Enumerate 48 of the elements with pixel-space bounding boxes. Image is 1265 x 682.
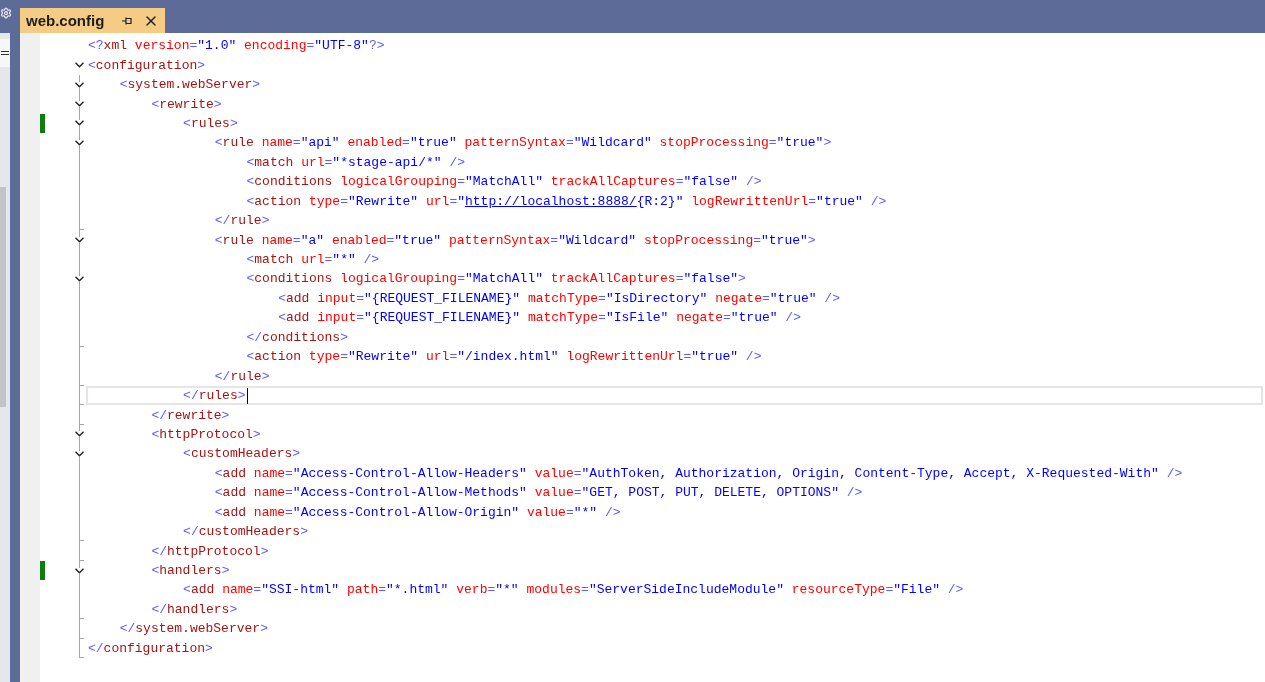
collapse-chevron-icon[interactable] [75, 139, 84, 146]
list-icon[interactable] [0, 39, 10, 67]
collapse-chevron-icon[interactable] [75, 81, 84, 88]
collapse-chevron-icon[interactable] [75, 120, 84, 127]
code-line: </rule> [214, 212, 270, 230]
code-line: <rules> [183, 114, 238, 132]
collapse-chevron-icon[interactable] [75, 450, 84, 457]
code-link[interactable]: http://localhost:8888/ [465, 193, 637, 209]
code-line: <add input="{REQUEST_FILENAME}" matchType="IsFile" negate="true" /> [278, 309, 801, 327]
code-line: </conditions> [246, 328, 348, 346]
code-line: </handlers> [151, 600, 238, 618]
code-line: <add input="{REQUEST_FILENAME}" matchType="IsDirectory" negate="true" /> [278, 289, 840, 307]
file-tab[interactable]: web.config [20, 8, 165, 33]
collapse-chevron-icon[interactable] [75, 101, 84, 108]
code-line: <rule name="api" enabled="true" patternSyntax="Wildcard" stopProcessing="true"> [214, 134, 832, 152]
code-line: </rewrite> [151, 406, 230, 424]
code-line: <action type="Rewrite" url="/index.html" logRewrittenUrl="true" /> [246, 348, 762, 366]
code-line: <rule name="a" enabled="true" patternSyntax="Wildcard" stopProcessing="true"> [214, 231, 816, 249]
collapse-chevron-icon[interactable] [75, 567, 84, 574]
code-line: </system.webServer> [119, 620, 268, 638]
code-line: </httpProtocol> [151, 542, 269, 560]
code-line: </rule> [214, 367, 270, 385]
collapse-chevron-icon[interactable] [75, 275, 84, 282]
code-line: <conditions logicalGrouping="MatchAll" trackAllCaptures="false"> [246, 270, 746, 288]
code-line: <add name="SSI-html" path="*.html" verb="*" modules="ServerSideIncludeModule" resourceType="File" /> [183, 581, 964, 599]
code-line: <match url="*stage-api/*" /> [246, 153, 465, 171]
code-line: <add name="Access-Control-Allow-Methods" value="GET, POST, PUT, DELETE, OPTIONS" /> [214, 484, 863, 502]
text-cursor [246, 387, 248, 404]
code-line: <conditions logicalGrouping="MatchAll" trackAllCaptures="false" /> [246, 173, 762, 191]
code-line: <rewrite> [151, 95, 222, 113]
collapse-chevron-icon[interactable] [75, 62, 84, 69]
code-line: <add name="Access-Control-Allow-Origin" value="*" /> [214, 503, 621, 521]
code-line: <system.webServer> [119, 76, 261, 94]
code-line: </customHeaders> [183, 523, 308, 541]
settings-icon[interactable] [0, 6, 12, 19]
code-line: <httpProtocol> [151, 425, 261, 443]
code-line: <customHeaders> [183, 445, 301, 463]
code-line: <add name="Access-Control-Allow-Headers" value="AuthToken, Authorization, Origin, Content-Type, Accept, X-Requested-With" /> [214, 464, 1183, 482]
code-line: <action type="Rewrite" url="http://localhost:8888/{R:2}" logRewrittenUrl="true" /> [246, 192, 887, 210]
code-line: <match url="*" /> [246, 251, 380, 269]
collapse-chevron-icon[interactable] [75, 237, 84, 244]
collapse-chevron-icon[interactable] [75, 431, 84, 438]
code-line: </rules> [183, 387, 246, 405]
code-line: </configuration> [88, 639, 213, 657]
code-line: <?xml version="1.0" encoding="UTF-8"?> [88, 37, 385, 55]
side-scrollbar[interactable] [0, 187, 6, 407]
code-line: <handlers> [151, 562, 230, 580]
code-line: <configuration> [88, 56, 206, 74]
